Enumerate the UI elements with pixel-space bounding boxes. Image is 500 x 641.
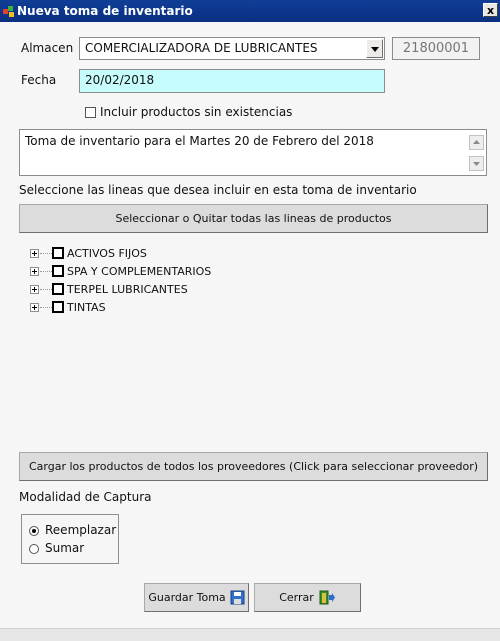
window-title: Nueva toma de inventario xyxy=(17,4,193,18)
tree-item-label: SPA Y COMPLEMENTARIOS xyxy=(67,265,212,278)
toggle-all-lines-button[interactable]: Seleccionar o Quitar todas las lineas de… xyxy=(19,204,488,233)
expand-icon[interactable] xyxy=(30,249,39,258)
scroll-up-button[interactable] xyxy=(469,135,484,150)
tree-item-label: TINTAS xyxy=(67,301,106,314)
line-checkbox[interactable] xyxy=(52,283,64,295)
scroll-down-button[interactable] xyxy=(469,156,484,171)
floppy-disk-icon xyxy=(230,590,245,605)
tree-connector xyxy=(40,289,52,290)
reemplazar-label: Reemplazar xyxy=(45,523,117,537)
tree-connector xyxy=(40,253,52,254)
sumar-label: Sumar xyxy=(45,541,85,555)
tree-item-label: ACTIVOS FIJOS xyxy=(67,247,147,260)
fecha-input[interactable]: 20/02/2018 xyxy=(79,69,385,93)
expand-icon[interactable] xyxy=(30,285,39,294)
description-textarea[interactable]: Toma de inventario para el Martes 20 de … xyxy=(19,129,487,176)
line-checkbox[interactable] xyxy=(52,265,64,277)
incluir-sin-existencias-checkbox[interactable] xyxy=(85,107,96,118)
app-icon xyxy=(3,6,14,17)
sumar-radio[interactable] xyxy=(29,544,39,554)
cerrar-button[interactable]: Cerrar xyxy=(254,583,361,612)
expand-icon[interactable] xyxy=(30,303,39,312)
chevron-down-icon[interactable] xyxy=(366,39,383,58)
modalidad-label: Modalidad de Captura xyxy=(19,490,152,504)
almacen-selected-value: COMERCIALIZADORA DE LUBRICANTES xyxy=(85,41,318,55)
reemplazar-radio[interactable] xyxy=(29,526,39,536)
cargar-proveedores-button[interactable]: Cargar los productos de todos los provee… xyxy=(19,452,488,481)
almacen-code-field: 21800001 xyxy=(392,37,480,60)
bottom-edge xyxy=(0,628,500,641)
expand-icon[interactable] xyxy=(30,267,39,276)
chevron-down-icon xyxy=(473,162,480,166)
exit-door-icon xyxy=(319,590,335,605)
tree-connector xyxy=(40,307,52,308)
description-text: Toma de inventario para el Martes 20 de … xyxy=(25,134,374,148)
cerrar-label: Cerrar xyxy=(279,591,314,604)
line-checkbox[interactable] xyxy=(52,301,64,313)
guardar-toma-button[interactable]: Guardar Toma xyxy=(144,583,249,612)
chevron-up-icon xyxy=(473,140,480,144)
incluir-sin-existencias-label: Incluir productos sin existencias xyxy=(100,105,293,119)
window-title-bar: Nueva toma de inventario x xyxy=(0,0,500,22)
close-window-button[interactable]: x xyxy=(483,3,498,17)
modalidad-group xyxy=(21,514,119,564)
lines-instruction: Seleccione las lineas que desea incluir … xyxy=(19,183,417,197)
line-checkbox[interactable] xyxy=(52,247,64,259)
guardar-label: Guardar Toma xyxy=(148,591,226,604)
tree-item-label: TERPEL LUBRICANTES xyxy=(67,283,188,296)
tree-connector xyxy=(40,271,52,272)
fecha-label: Fecha xyxy=(21,73,57,87)
almacen-select[interactable]: COMERCIALIZADORA DE LUBRICANTES xyxy=(79,37,385,60)
almacen-label: Almacen xyxy=(21,41,74,55)
